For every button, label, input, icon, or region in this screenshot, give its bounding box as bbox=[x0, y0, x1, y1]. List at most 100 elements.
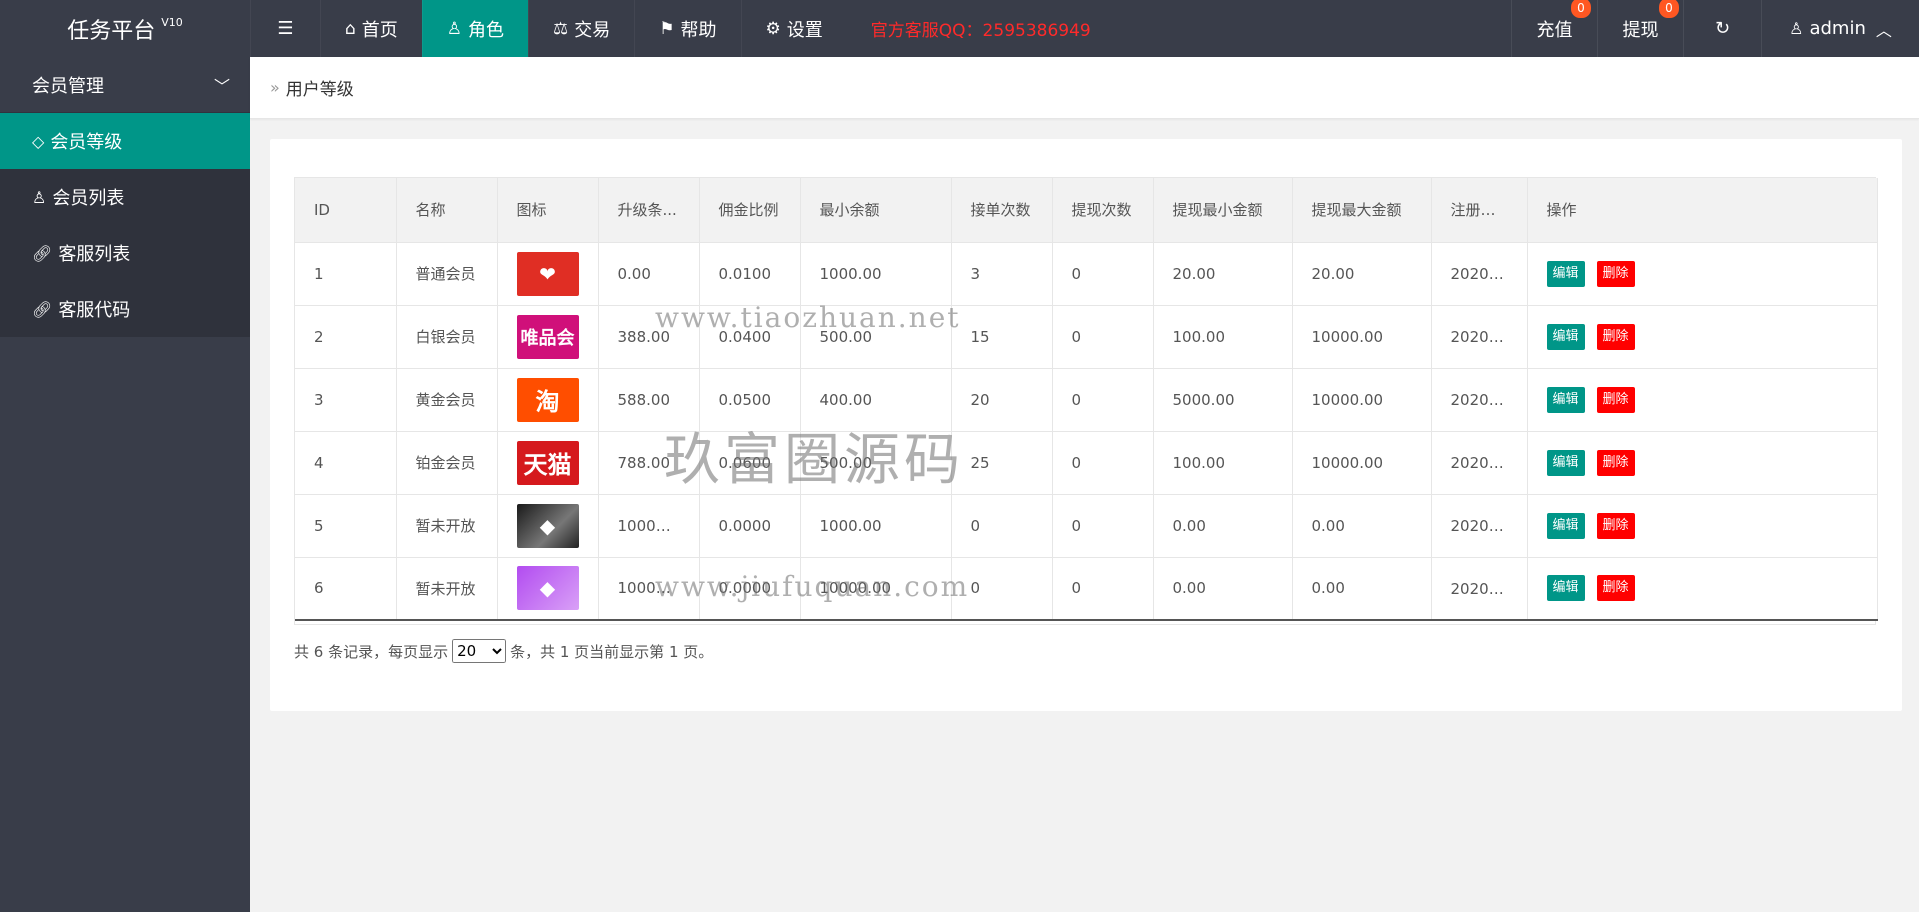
user-menu[interactable]: ♙ admin ︿ bbox=[1761, 0, 1919, 57]
refresh-button[interactable]: ↻ bbox=[1683, 0, 1761, 57]
nav-item-settings[interactable]: ⚙ 设置 bbox=[740, 0, 847, 57]
cell-upgrade: 10000... bbox=[598, 557, 700, 621]
column-header[interactable]: 升级条... bbox=[598, 178, 700, 243]
sidebar-item-member-list[interactable]: ♙ 会员列表 bbox=[0, 169, 250, 225]
withdraw-button[interactable]: 提现 0 bbox=[1597, 0, 1683, 57]
cell-id: 2 bbox=[295, 305, 397, 369]
cell-wmin: 0.00 bbox=[1153, 494, 1293, 558]
cell-name: 普通会员 bbox=[396, 242, 498, 306]
sidebar-item-service-code[interactable]: 🔗︎ 客服代码 bbox=[0, 281, 250, 337]
cell-commission: 0.0400 bbox=[699, 305, 801, 369]
sidebar-item-label: 会员等级 bbox=[50, 132, 123, 153]
service-qq-text[interactable]: 官方客服QQ：2595386949 bbox=[847, 0, 1115, 57]
edit-button[interactable]: 编辑 bbox=[1546, 512, 1585, 539]
nav-item-role[interactable]: ♙ 角色 bbox=[421, 0, 529, 57]
cell-wmax: 10000.00 bbox=[1292, 305, 1432, 369]
actions-cell: 编辑 删除 bbox=[1526, 557, 1878, 621]
column-header[interactable]: 提现次数 bbox=[1052, 178, 1154, 243]
cell-min_balance: 500.00 bbox=[800, 431, 952, 495]
edit-button[interactable]: 编辑 bbox=[1546, 449, 1585, 476]
cell-commission: 0.0100 bbox=[699, 242, 801, 306]
delete-button[interactable]: 删除 bbox=[1596, 386, 1635, 413]
edit-button[interactable]: 编辑 bbox=[1546, 260, 1585, 287]
recharge-button[interactable]: 充值 0 bbox=[1511, 0, 1597, 57]
delete-button[interactable]: 删除 bbox=[1596, 512, 1635, 539]
level-icon: ◆ bbox=[516, 503, 579, 548]
logo[interactable]: 任务平台 V10 bbox=[0, 0, 250, 57]
cell-wmax: 10000.00 bbox=[1292, 368, 1432, 432]
main-nav: ☰ ⌂ 首页 ♙ 角色 ⚖ 交易 ⚑ 帮助 ⚙ 设置 官方客服QQ：259538… bbox=[250, 0, 1115, 57]
level-icon-cell: ◆ bbox=[497, 494, 599, 558]
actions-cell: 编辑 删除 bbox=[1526, 368, 1878, 432]
table-row: 3 黄金会员淘 588.00 0.0500 400.00 20 0 5000.00 10000.… bbox=[295, 368, 1878, 432]
menu-toggle-button[interactable]: ☰ bbox=[250, 0, 320, 57]
nav-item-help[interactable]: ⚑ 帮助 bbox=[634, 0, 740, 57]
cell-upgrade: 588.00 bbox=[598, 368, 700, 432]
column-header[interactable]: 佣金比例 bbox=[699, 178, 801, 243]
edit-button[interactable]: 编辑 bbox=[1546, 575, 1585, 602]
level-icon: ◆ bbox=[516, 566, 579, 611]
double-chevron-icon: » bbox=[270, 78, 280, 97]
sidebar-item-label: 客服列表 bbox=[58, 244, 131, 265]
version-label: V10 bbox=[161, 16, 183, 29]
right-nav: 充值 0 提现 0 ↻ ♙ admin ︿ bbox=[1511, 0, 1919, 57]
cell-commission: 0.0000 bbox=[699, 557, 801, 621]
nav-label: 设置 bbox=[786, 19, 823, 41]
cell-commission: 0.0600 bbox=[699, 431, 801, 495]
column-header[interactable]: ID bbox=[295, 178, 397, 243]
actions-cell: 编辑 删除 bbox=[1526, 494, 1878, 558]
refresh-icon: ↻ bbox=[1714, 18, 1731, 39]
sidebar-group-member[interactable]: 会员管理 ﹀ bbox=[0, 57, 250, 113]
table-row: 5 暂未开放 ◆ 10000.... 0.0000 1000.00 0 0 0.00 0.00 20… bbox=[295, 494, 1878, 558]
cell-id: 6 bbox=[295, 557, 397, 621]
cell-time: 2020年02月 bbox=[1431, 431, 1528, 495]
nav-item-home[interactable]: ⌂ 首页 bbox=[320, 0, 422, 57]
scale-icon: ⚖ bbox=[553, 18, 569, 39]
edit-button[interactable]: 编辑 bbox=[1546, 323, 1585, 350]
content-card: ID 名称 图标 升级条... 佣金比例 最小余额 接单次数 提现次数 提现最小… bbox=[270, 139, 1902, 711]
user-icon: ♙ bbox=[446, 18, 463, 39]
cell-wmin: 0.00 bbox=[1153, 557, 1293, 621]
level-icon-cell: ◆ bbox=[497, 557, 599, 621]
level-table: ID 名称 图标 升级条... 佣金比例 最小余额 接单次数 提现次数 提现最小… bbox=[294, 177, 1878, 625]
cell-id: 4 bbox=[295, 431, 397, 495]
delete-button[interactable]: 删除 bbox=[1596, 323, 1635, 350]
withdraw-label: 提现 bbox=[1622, 19, 1659, 41]
delete-button[interactable]: 删除 bbox=[1596, 575, 1635, 602]
table-header-row: ID 名称 图标 升级条... 佣金比例 最小余额 接单次数 提现次数 提现最小… bbox=[295, 178, 1878, 243]
column-header[interactable]: 提现最大金额 bbox=[1292, 178, 1432, 243]
sidebar-item-service-list[interactable]: 🔗︎ 客服列表 bbox=[0, 225, 250, 281]
level-icon-cell: 唯品会 bbox=[497, 305, 599, 369]
cell-orders: 15 bbox=[951, 305, 1053, 369]
column-header[interactable]: 注册时间 bbox=[1431, 178, 1528, 243]
column-header: 操作 bbox=[1526, 178, 1878, 243]
column-header[interactable]: 最小余额 bbox=[800, 178, 952, 243]
level-icon-cell: ❤ bbox=[497, 242, 599, 306]
pagination: 共 6 条记录，每页显示 20 条，共 1 页当前显示第 1 页。 bbox=[294, 639, 713, 663]
column-header[interactable]: 接单次数 bbox=[951, 178, 1053, 243]
delete-button[interactable]: 删除 bbox=[1596, 449, 1635, 476]
cell-wmin: 100.00 bbox=[1153, 305, 1293, 369]
cell-name: 黄金会员 bbox=[396, 368, 498, 432]
nav-label: 帮助 bbox=[680, 19, 717, 41]
nav-label: 首页 bbox=[361, 19, 398, 41]
recharge-label: 充值 bbox=[1536, 19, 1573, 41]
cell-withdraws: 0 bbox=[1052, 557, 1154, 621]
column-header[interactable]: 名称 bbox=[396, 178, 498, 243]
column-header[interactable]: 图标 bbox=[497, 178, 599, 243]
column-header[interactable]: 提现最小金额 bbox=[1153, 178, 1293, 243]
cell-withdraws: 0 bbox=[1052, 368, 1154, 432]
cell-upgrade: 788.00 bbox=[598, 431, 700, 495]
delete-button[interactable]: 删除 bbox=[1596, 260, 1635, 287]
edit-button[interactable]: 编辑 bbox=[1546, 386, 1585, 413]
nav-item-trade[interactable]: ⚖ 交易 bbox=[528, 0, 634, 57]
sidebar-item-member-level[interactable]: ◇ 会员等级 bbox=[0, 113, 250, 169]
cell-name: 暂未开放 bbox=[396, 557, 498, 621]
table-row: 2 白银会员 唯品会 388.00 0.0400 500.00 15 0 100.00 10000… bbox=[295, 305, 1878, 369]
breadcrumb-current: 用户等级 bbox=[285, 80, 354, 100]
page-size-select[interactable]: 20 bbox=[452, 639, 507, 663]
level-icon: 天猫 bbox=[516, 440, 579, 485]
cell-orders: 0 bbox=[951, 494, 1053, 558]
cell-name: 铂金会员 bbox=[396, 431, 498, 495]
cell-orders: 3 bbox=[951, 242, 1053, 306]
